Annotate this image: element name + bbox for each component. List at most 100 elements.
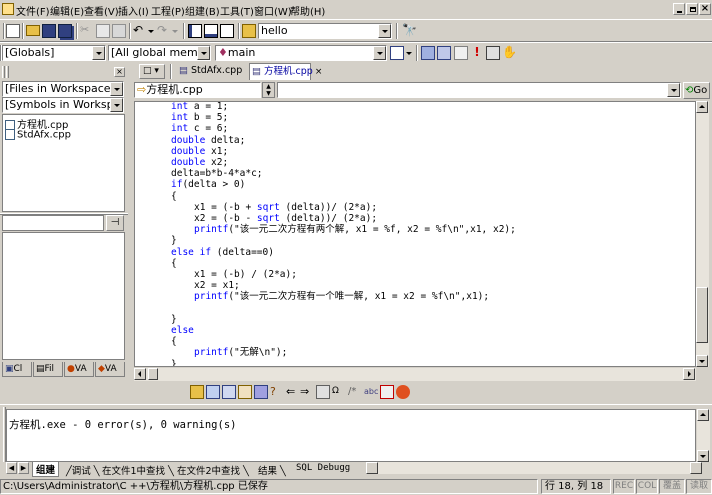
class-icon: ▣ [5, 364, 14, 374]
va-list-methods-icon[interactable] [222, 385, 236, 399]
va-spellcheck-icon[interactable]: abc [364, 385, 378, 399]
file-list: 方程机.cpp StdAfx.cpp [2, 114, 125, 212]
menu-window[interactable]: 窗口(W) [254, 3, 292, 18]
output-vscrollbar[interactable] [697, 409, 710, 462]
save-all-icon[interactable] [58, 24, 72, 38]
redo-icon[interactable]: ↷ [157, 24, 171, 38]
find-in-files-icon[interactable] [242, 24, 256, 38]
va-comment-icon[interactable]: Ω [332, 385, 346, 399]
va-options-icon[interactable] [380, 385, 394, 399]
restore-button[interactable] [686, 3, 698, 15]
output-tab-results[interactable]: 结果 ╲ [258, 463, 286, 477]
va-hashtag-icon[interactable]: ? [270, 385, 284, 399]
output-tab-find1[interactable]: 在文件1中查找 ╲ [102, 463, 174, 477]
menu-help[interactable]: 帮助(H) [290, 3, 325, 18]
compile-icon[interactable] [421, 46, 435, 60]
tab-scroll-left[interactable]: ◀ [6, 462, 17, 474]
find-combo[interactable]: hello [258, 23, 392, 39]
va-tomato-icon[interactable] [396, 385, 410, 399]
open-folder-icon[interactable] [26, 25, 40, 36]
status-message: C:\Users\Administrator\C ++\方程机\方程机.cpp … [0, 479, 538, 494]
va-list [2, 232, 125, 360]
window-menu-button[interactable]: □ ▾ [139, 64, 165, 79]
output-tab-build[interactable]: 组建 [32, 462, 60, 477]
stop-build-icon[interactable] [454, 46, 468, 60]
file-item-fangchengji[interactable]: 方程机.cpp [5, 116, 68, 131]
editor-area: □ ▾ ▤ StdAfx.cpp ▤ 方程机.cpp × ⇨方程机.cpp ▲ ▼ … [131, 62, 712, 382]
va-back-icon[interactable]: ⇐ [286, 385, 300, 399]
va-slash-icon[interactable]: /* [348, 385, 362, 399]
menu-project[interactable]: 工程(P) [151, 3, 185, 18]
va-refactor-icon[interactable] [238, 385, 252, 399]
cut-icon[interactable]: ✂ [80, 24, 94, 38]
execute-icon[interactable]: ! [470, 46, 484, 60]
scroll-thumb[interactable] [696, 287, 708, 343]
redo-dropdown-icon[interactable] [172, 30, 178, 33]
find-icon[interactable]: 🔭 [402, 24, 417, 38]
output-text-area[interactable]: 方程机.exe - 0 error(s), 0 warning(s) [6, 409, 696, 462]
output-tab-debug[interactable]: ╱调试 ╲ [66, 463, 100, 477]
paste-icon[interactable] [112, 24, 126, 38]
tab-stdafx[interactable]: ▤ StdAfx.cpp [177, 64, 251, 79]
va-find-references-icon[interactable] [254, 385, 268, 399]
va-open-file-icon[interactable] [190, 385, 204, 399]
symbol-nav-combo[interactable] [277, 82, 681, 98]
go-button[interactable]: ⟲Go [683, 82, 710, 99]
va-open-corresponding-icon[interactable] [206, 385, 220, 399]
wizard-action-icon[interactable] [390, 46, 404, 60]
output-hscrollbar[interactable] [366, 462, 702, 474]
wizard-toolbar: [Globals] [All global members ♦main ! ✋ [0, 42, 712, 62]
build-icon[interactable] [437, 46, 451, 60]
menu-build[interactable]: 组建(B) [185, 3, 220, 18]
menu-edit[interactable]: 编辑(E) [50, 3, 84, 18]
window-list-icon[interactable] [220, 24, 234, 38]
tab-va-outline[interactable]: ●VA [64, 362, 94, 377]
hscroll-thumb[interactable] [148, 368, 158, 380]
save-icon[interactable] [42, 24, 56, 38]
tab-va-view[interactable]: ◆VA [95, 362, 125, 377]
class-combo[interactable]: [Globals] [2, 45, 106, 61]
code-line: x1 = (-b + sqrt (delta))/ (2*a); [194, 201, 378, 213]
undo-icon[interactable]: ↶ [133, 24, 147, 38]
close-button[interactable]: × [699, 3, 711, 15]
function-combo[interactable]: ♦main [215, 45, 387, 61]
app-icon[interactable] [2, 3, 14, 15]
workspace-close-button[interactable]: × [114, 67, 125, 77]
editor-vscrollbar[interactable] [696, 101, 709, 367]
output-tab-sql-debug[interactable]: SQL Debugg [296, 463, 350, 473]
go-debug-icon[interactable] [486, 46, 500, 60]
output-tab-find2[interactable]: 在文件2中查找 ╲ [177, 463, 249, 477]
file-nav-combo[interactable]: ⇨方程机.cpp [134, 82, 261, 98]
nav-spinner[interactable]: ▲ ▼ [262, 82, 275, 98]
undo-dropdown-icon[interactable] [148, 30, 154, 33]
tab-classview[interactable]: ▣Cl [2, 362, 32, 377]
va-search-input[interactable] [2, 215, 104, 231]
symbols-in-workspace-combo[interactable]: [Symbols in Workspace] [2, 97, 124, 113]
wizard-dropdown-icon[interactable] [406, 52, 412, 55]
minimize-button[interactable] [673, 3, 685, 15]
file-item-stdafx[interactable]: StdAfx.cpp [5, 129, 71, 142]
copy-icon[interactable] [96, 24, 110, 38]
tab-scroll-right[interactable]: ▶ [18, 462, 29, 474]
tab-fangchengji[interactable]: ▤ 方程机.cpp × [249, 63, 322, 80]
status-read: 读取 [686, 479, 712, 494]
members-combo[interactable]: [All global members [108, 45, 211, 61]
code-line: } [171, 235, 177, 247]
tab-close-icon[interactable]: × [315, 67, 323, 77]
va-copy-icon[interactable] [316, 385, 330, 399]
va-forward-icon[interactable]: ⇒ [300, 385, 314, 399]
pin-icon[interactable]: ⊣ [106, 215, 124, 231]
workspace-window-icon[interactable] [188, 24, 202, 38]
code-line: { [171, 257, 177, 269]
menu-view[interactable]: 查看(V) [84, 3, 119, 18]
files-in-workspace-combo[interactable]: [Files in Workspace] [2, 81, 124, 97]
menu-tools[interactable]: 工具(T) [220, 3, 254, 18]
new-file-icon[interactable] [6, 24, 20, 38]
editor-hscrollbar[interactable] [134, 368, 696, 381]
output-window-icon[interactable] [204, 24, 218, 38]
breakpoint-hand-icon[interactable]: ✋ [502, 46, 517, 60]
menu-insert[interactable]: 插入(I) [118, 3, 149, 18]
tab-fileview[interactable]: ▤Fil [33, 362, 63, 377]
code-editor[interactable]: int a = 1; int b = 5; int c = 6; double del… [134, 101, 696, 367]
menu-file[interactable]: 文件(F) [16, 3, 50, 18]
